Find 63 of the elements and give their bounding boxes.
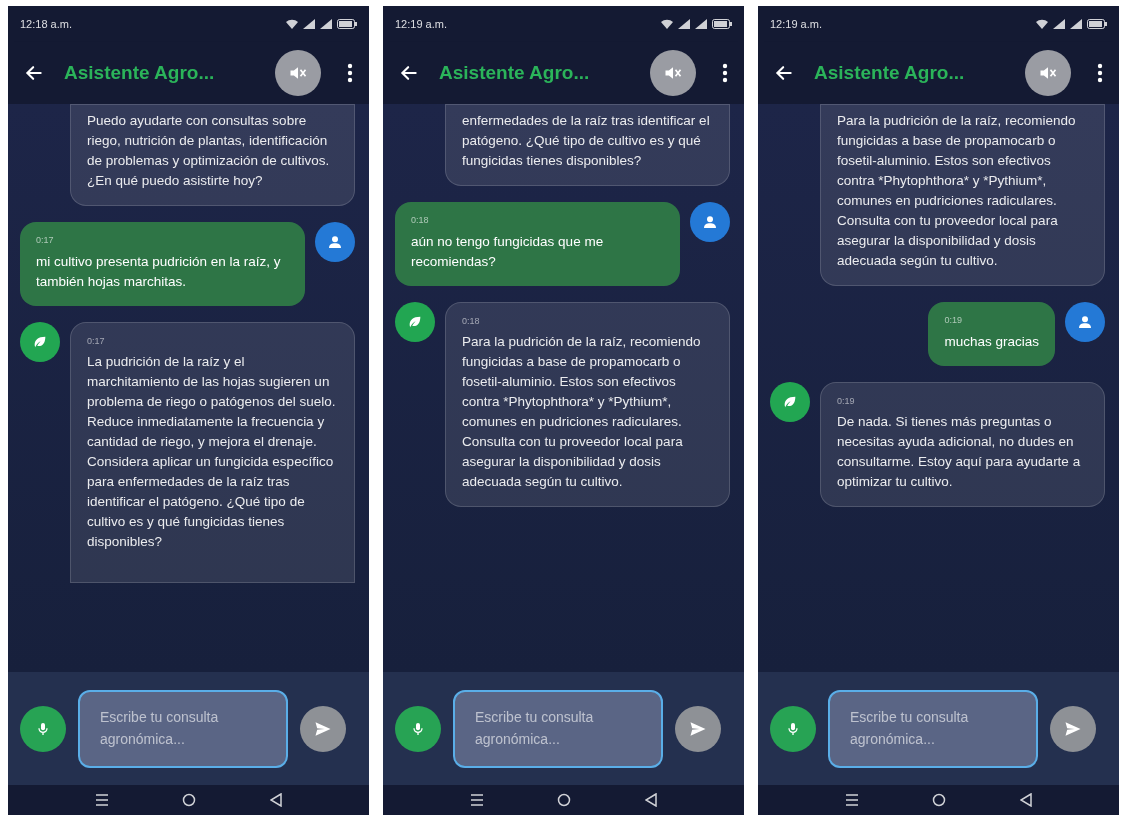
message-time: 0:17: [87, 334, 106, 348]
message-text: Para la pudrición de la raíz, recomiendo fungicidas a base de propamocarb o fosetil-aluminio. Estos son efectivos contra *Phytophthora* y *Pythium*, comunes en pudriciones radiculares. Consulta con tu proveedor local para asegurar la disponibilidad y dosis adecuada según tu cultivo.: [837, 112, 1077, 270]
mute-button[interactable]: [650, 50, 696, 96]
app-title: Asistente Agro...: [64, 60, 216, 85]
message-text: muchas gracias: [944, 332, 1039, 351]
back-arrow-icon[interactable]: [399, 63, 419, 83]
person-icon: [327, 234, 343, 250]
back-icon[interactable]: [270, 793, 283, 807]
wifi-icon: [1036, 19, 1048, 29]
app-title: Asistente Agro...: [439, 60, 591, 85]
signal-icon: [695, 19, 707, 29]
signal-icon: [1070, 19, 1082, 29]
back-arrow-icon[interactable]: [24, 63, 44, 83]
wifi-icon: [661, 19, 673, 29]
message-time: 0:18: [411, 214, 430, 227]
back-icon[interactable]: [645, 793, 658, 807]
message-text: enfermedades de la raíz tras identificar el patógeno. ¿Qué tipo de cultivo es y qué fungicidas tienes disponibles?: [462, 112, 711, 170]
send-button[interactable]: [675, 705, 721, 752]
battery-icon: [712, 19, 732, 29]
signal-icon: [320, 19, 332, 29]
message-time: 0:19: [944, 314, 963, 327]
person-icon: [702, 214, 718, 230]
signal-icon: [678, 19, 690, 29]
back-icon[interactable]: [1020, 793, 1033, 807]
microphone-button[interactable]: [770, 705, 816, 752]
more-options-icon[interactable]: [347, 63, 353, 83]
more-options-icon[interactable]: [1097, 63, 1103, 83]
status-time: 12:19 a.m.: [395, 16, 447, 32]
menu-icon[interactable]: [469, 794, 484, 806]
message-text: La pudrición de la raíz y el marchitamiento de las hojas sugieren un problema de riego o patógenos del suelo. Reduce inmediatamente la frecuencia y cantidad de riego, y mejora el drenaje. Considera aplicar un fungicida específico para enfermedades de la raíz tras identificar el patógeno. ¿Qué tipo de cultivo es y qué fungicidas tienes disponibles?: [87, 353, 337, 551]
app-title: Asistente Agro...: [814, 60, 966, 85]
message-text: Puedo ayudarte con consultas sobre riego, nutrición de plantas, identificación de problemas y optimización de cultivos. ¿En qué puedo asistirte hoy?: [87, 112, 331, 190]
microphone-button[interactable]: [20, 705, 66, 752]
message-time: 0:18: [462, 314, 481, 328]
person-icon: [1077, 314, 1093, 330]
signal-icon: [303, 19, 315, 29]
message-text: Para la pudrición de la raíz, recomiendo fungicidas a base de propamocarb o fosetil-aluminio. Estos son efectivos contra *Phytophthora* y *Pythium*, comunes en pudriciones radiculares. Consulta con tu proveedor local para asegurar la disponibilidad y dosis adecuada según tu cultivo.: [462, 333, 702, 491]
message-time: 0:19: [837, 394, 856, 408]
home-icon[interactable]: [932, 793, 947, 807]
message-text: aún no tengo fungicidas que me recomiendas?: [411, 232, 605, 271]
message-input[interactable]: Escribe tu consulta agronómica...: [78, 689, 288, 768]
battery-icon: [337, 19, 357, 29]
home-icon[interactable]: [182, 793, 197, 807]
send-button[interactable]: [1050, 705, 1096, 752]
mute-button[interactable]: [275, 50, 321, 96]
signal-icon: [1053, 19, 1065, 29]
status-time: 12:18 a.m.: [20, 16, 72, 32]
microphone-button[interactable]: [395, 705, 441, 752]
message-text: De nada. Si tienes más preguntas o necesitas ayuda adicional, no dudes en consultarme. Estoy aquí para ayudarte a optimizar tu cultivo.: [837, 413, 1082, 491]
message-time: 0:17: [36, 234, 55, 247]
battery-icon: [1087, 19, 1107, 29]
status-time: 12:19 a.m.: [770, 16, 822, 32]
back-arrow-icon[interactable]: [774, 63, 794, 83]
message-input[interactable]: Escribe tu consulta agronómica...: [453, 689, 663, 768]
menu-icon[interactable]: [844, 794, 859, 806]
send-button[interactable]: [300, 705, 346, 752]
home-icon[interactable]: [557, 793, 572, 807]
wifi-icon: [286, 19, 298, 29]
mute-button[interactable]: [1025, 50, 1071, 96]
message-text: mi cultivo presenta pudrición en la raíz, y también hojas marchitas.: [36, 252, 282, 291]
more-options-icon[interactable]: [722, 63, 728, 83]
menu-icon[interactable]: [94, 794, 109, 806]
message-input[interactable]: Escribe tu consulta agronómica...: [828, 689, 1038, 768]
